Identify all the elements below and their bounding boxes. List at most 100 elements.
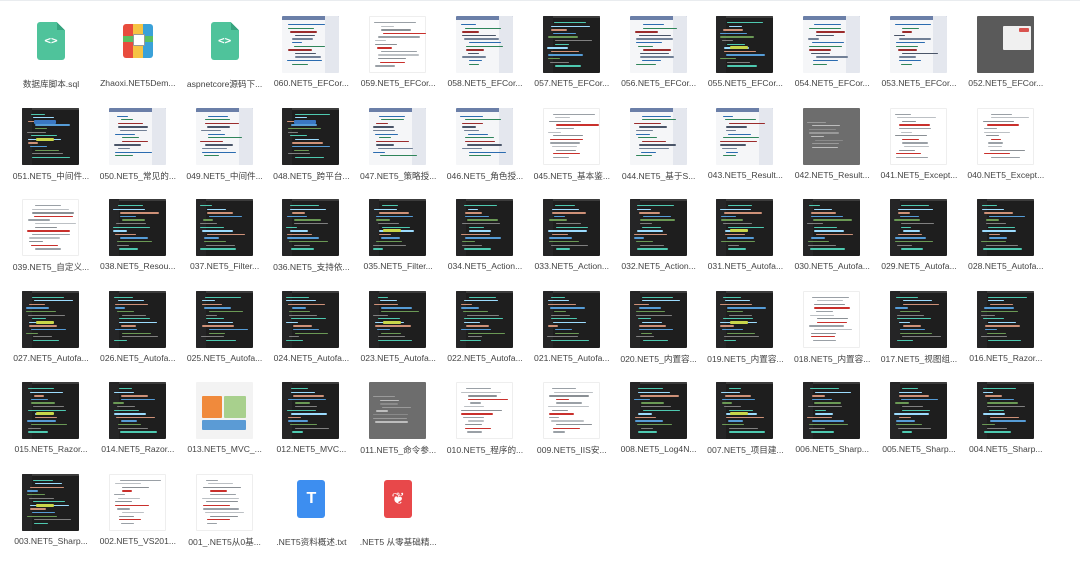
file-item[interactable]: 010.NET5_程序的... (442, 382, 528, 468)
file-item[interactable]: T .NET5资料概述.txt (268, 474, 354, 560)
file-name-label: 050.NET5_常见的... (99, 170, 176, 181)
video-thumbnail (976, 382, 1034, 439)
video-thumbnail (890, 199, 947, 256)
file-item[interactable]: 004.NET5_Sharp... (963, 382, 1049, 468)
file-item[interactable]: ❦ .NET5 从零基础精... (355, 474, 441, 560)
file-item[interactable]: 052.NET5_EFCor... (963, 16, 1049, 102)
file-item[interactable]: 023.NET5_Autofa... (355, 290, 441, 377)
video-thumbnail (369, 382, 427, 439)
file-item[interactable]: 041.NET5_Except... (876, 107, 962, 194)
file-item[interactable]: 003.NET5_Sharp... (8, 473, 94, 560)
video-thumbnail (542, 199, 600, 256)
file-name-label: 007.NET5_项目建... (707, 445, 784, 455)
file-item[interactable]: 020.NET5_内置容... (616, 290, 702, 377)
file-item[interactable]: 042.NET5_Result... (789, 107, 875, 194)
file-item[interactable]: 013.NET5_MVC_... (182, 382, 268, 468)
video-thumbnail (629, 16, 687, 73)
file-item[interactable]: 006.NET5_Sharp... (789, 382, 875, 468)
file-name-label: 023.NET5_Autofa... (360, 352, 436, 363)
video-thumbnail (629, 382, 687, 439)
file-item[interactable]: 045.NET5_基本鉴... (529, 107, 615, 194)
file-item[interactable]: 032.NET5_Action... (616, 199, 702, 285)
file-name-label: 002.NET5_VS201... (99, 535, 177, 546)
file-name-label: 025.NET5_Autofa... (186, 352, 263, 363)
file-item[interactable]: 037.NET5_Filter... (182, 199, 268, 285)
file-item[interactable]: 019.NET5_内置容... (702, 290, 788, 377)
file-item[interactable]: 026.NET5_Autofa... (95, 290, 181, 377)
file-item[interactable]: 008.NET5_Log4N... (616, 382, 702, 468)
file-item[interactable]: 012.NET5_MVC... (268, 382, 354, 468)
file-item[interactable]: 038.NET5_Resou... (95, 199, 181, 285)
video-thumbnail (369, 199, 427, 256)
video-thumbnail (803, 290, 861, 348)
file-item[interactable]: 048.NET5_跨平台... (268, 107, 354, 194)
file-name-label: 019.NET5_内置容... (707, 353, 784, 364)
file-item[interactable]: 022.NET5_Autofa... (442, 290, 528, 377)
file-item[interactable]: 054.NET5_EFCor... (789, 16, 875, 102)
file-item[interactable]: 058.NET5_EFCor... (442, 16, 528, 102)
file-item[interactable]: 044.NET5_基于S... (616, 107, 702, 194)
file-item[interactable]: 030.NET5_Autofa... (789, 199, 875, 285)
file-name-label: 054.NET5_EFCor... (794, 78, 870, 88)
video-thumbnail (803, 16, 861, 73)
file-item[interactable]: <> 数据库脚本.sql (8, 16, 94, 102)
file-item[interactable]: 057.NET5_EFCor... (529, 16, 615, 102)
video-thumbnail (282, 107, 340, 165)
file-item[interactable]: 028.NET5_Autofa... (963, 199, 1049, 285)
code-file-icon: <> (196, 16, 253, 73)
file-item[interactable]: 018.NET5_内置容... (789, 290, 875, 377)
file-item[interactable]: 005.NET5_Sharp... (876, 382, 962, 468)
file-name-label: 028.NET5_Autofa... (968, 261, 1044, 271)
file-item[interactable]: 051.NET5_中间件... (8, 107, 94, 194)
file-item[interactable]: 029.NET5_Autofa... (876, 199, 962, 285)
file-item[interactable]: 011.NET5_命令参... (355, 382, 441, 468)
file-item[interactable]: 060.NET5_EFCor... (268, 16, 354, 102)
file-name-label: 001_.NET5从0基... (188, 536, 261, 547)
file-item[interactable]: 017.NET5_视图组... (876, 290, 962, 377)
file-item[interactable]: 047.NET5_策略授... (355, 107, 441, 194)
video-thumbnail (542, 107, 600, 165)
file-item[interactable]: 025.NET5_Autofa... (182, 290, 268, 377)
file-item[interactable]: 043.NET5_Result... (702, 107, 788, 194)
file-item[interactable]: 027.NET5_Autofa... (8, 290, 94, 377)
file-item[interactable]: 059.NET5_EFCor... (355, 16, 441, 102)
video-thumbnail (629, 290, 687, 348)
file-item[interactable]: 056.NET5_EFCor... (616, 16, 702, 102)
file-item[interactable]: 034.NET5_Action... (442, 199, 528, 285)
video-thumbnail (456, 107, 513, 165)
file-name-label: 013.NET5_MVC_... (187, 444, 262, 454)
file-item[interactable]: 021.NET5_Autofa... (529, 290, 615, 377)
file-item[interactable]: 039.NET5_自定义... (8, 199, 94, 285)
video-thumbnail (369, 107, 427, 165)
file-item[interactable]: 014.NET5_Razor... (95, 382, 181, 468)
file-item[interactable]: 024.NET5_Autofa... (268, 290, 354, 377)
file-item[interactable]: 031.NET5_Autofa... (702, 199, 788, 285)
file-item[interactable]: 050.NET5_常见的... (95, 107, 181, 194)
video-thumbnail (108, 473, 166, 531)
video-thumbnail (456, 199, 513, 256)
file-item[interactable]: 046.NET5_角色授... (442, 107, 528, 194)
file-item[interactable]: 009.NET5_IIS安... (529, 382, 615, 468)
video-thumbnail (369, 16, 427, 73)
file-item[interactable]: 053.NET5_EFCor... (876, 16, 962, 102)
file-item[interactable]: 001_.NET5从0基... (182, 473, 268, 560)
file-item[interactable]: 007.NET5_项目建... (702, 382, 788, 468)
file-name-label: 024.NET5_Autofa... (273, 352, 350, 363)
file-item[interactable]: 033.NET5_Action... (529, 199, 615, 285)
file-item[interactable]: 035.NET5_Filter... (355, 199, 441, 285)
file-item[interactable]: 036.NET5_支持依... (268, 199, 354, 285)
file-item[interactable]: 055.NET5_EFCor... (702, 16, 788, 102)
file-name-label: 052.NET5_EFCor... (968, 78, 1044, 88)
video-thumbnail (195, 473, 253, 531)
file-item[interactable]: <> aspnetcore源码下... (182, 16, 268, 102)
file-name-label: 003.NET5_Sharp... (14, 535, 88, 546)
video-thumbnail (22, 107, 79, 165)
file-item[interactable]: 015.NET5_Razor... (8, 382, 94, 468)
file-item[interactable]: 002.NET5_VS201... (95, 473, 181, 560)
file-item[interactable]: Zhaoxi.NET5Dem... (95, 16, 181, 102)
file-name-label: Zhaoxi.NET5Dem... (100, 78, 176, 88)
file-name-label: 055.NET5_EFCor... (707, 78, 783, 88)
file-item[interactable]: 016.NET5_Razor... (963, 290, 1049, 377)
file-item[interactable]: 049.NET5_中间件... (182, 107, 268, 194)
file-item[interactable]: 040.NET5_Except... (963, 107, 1049, 194)
